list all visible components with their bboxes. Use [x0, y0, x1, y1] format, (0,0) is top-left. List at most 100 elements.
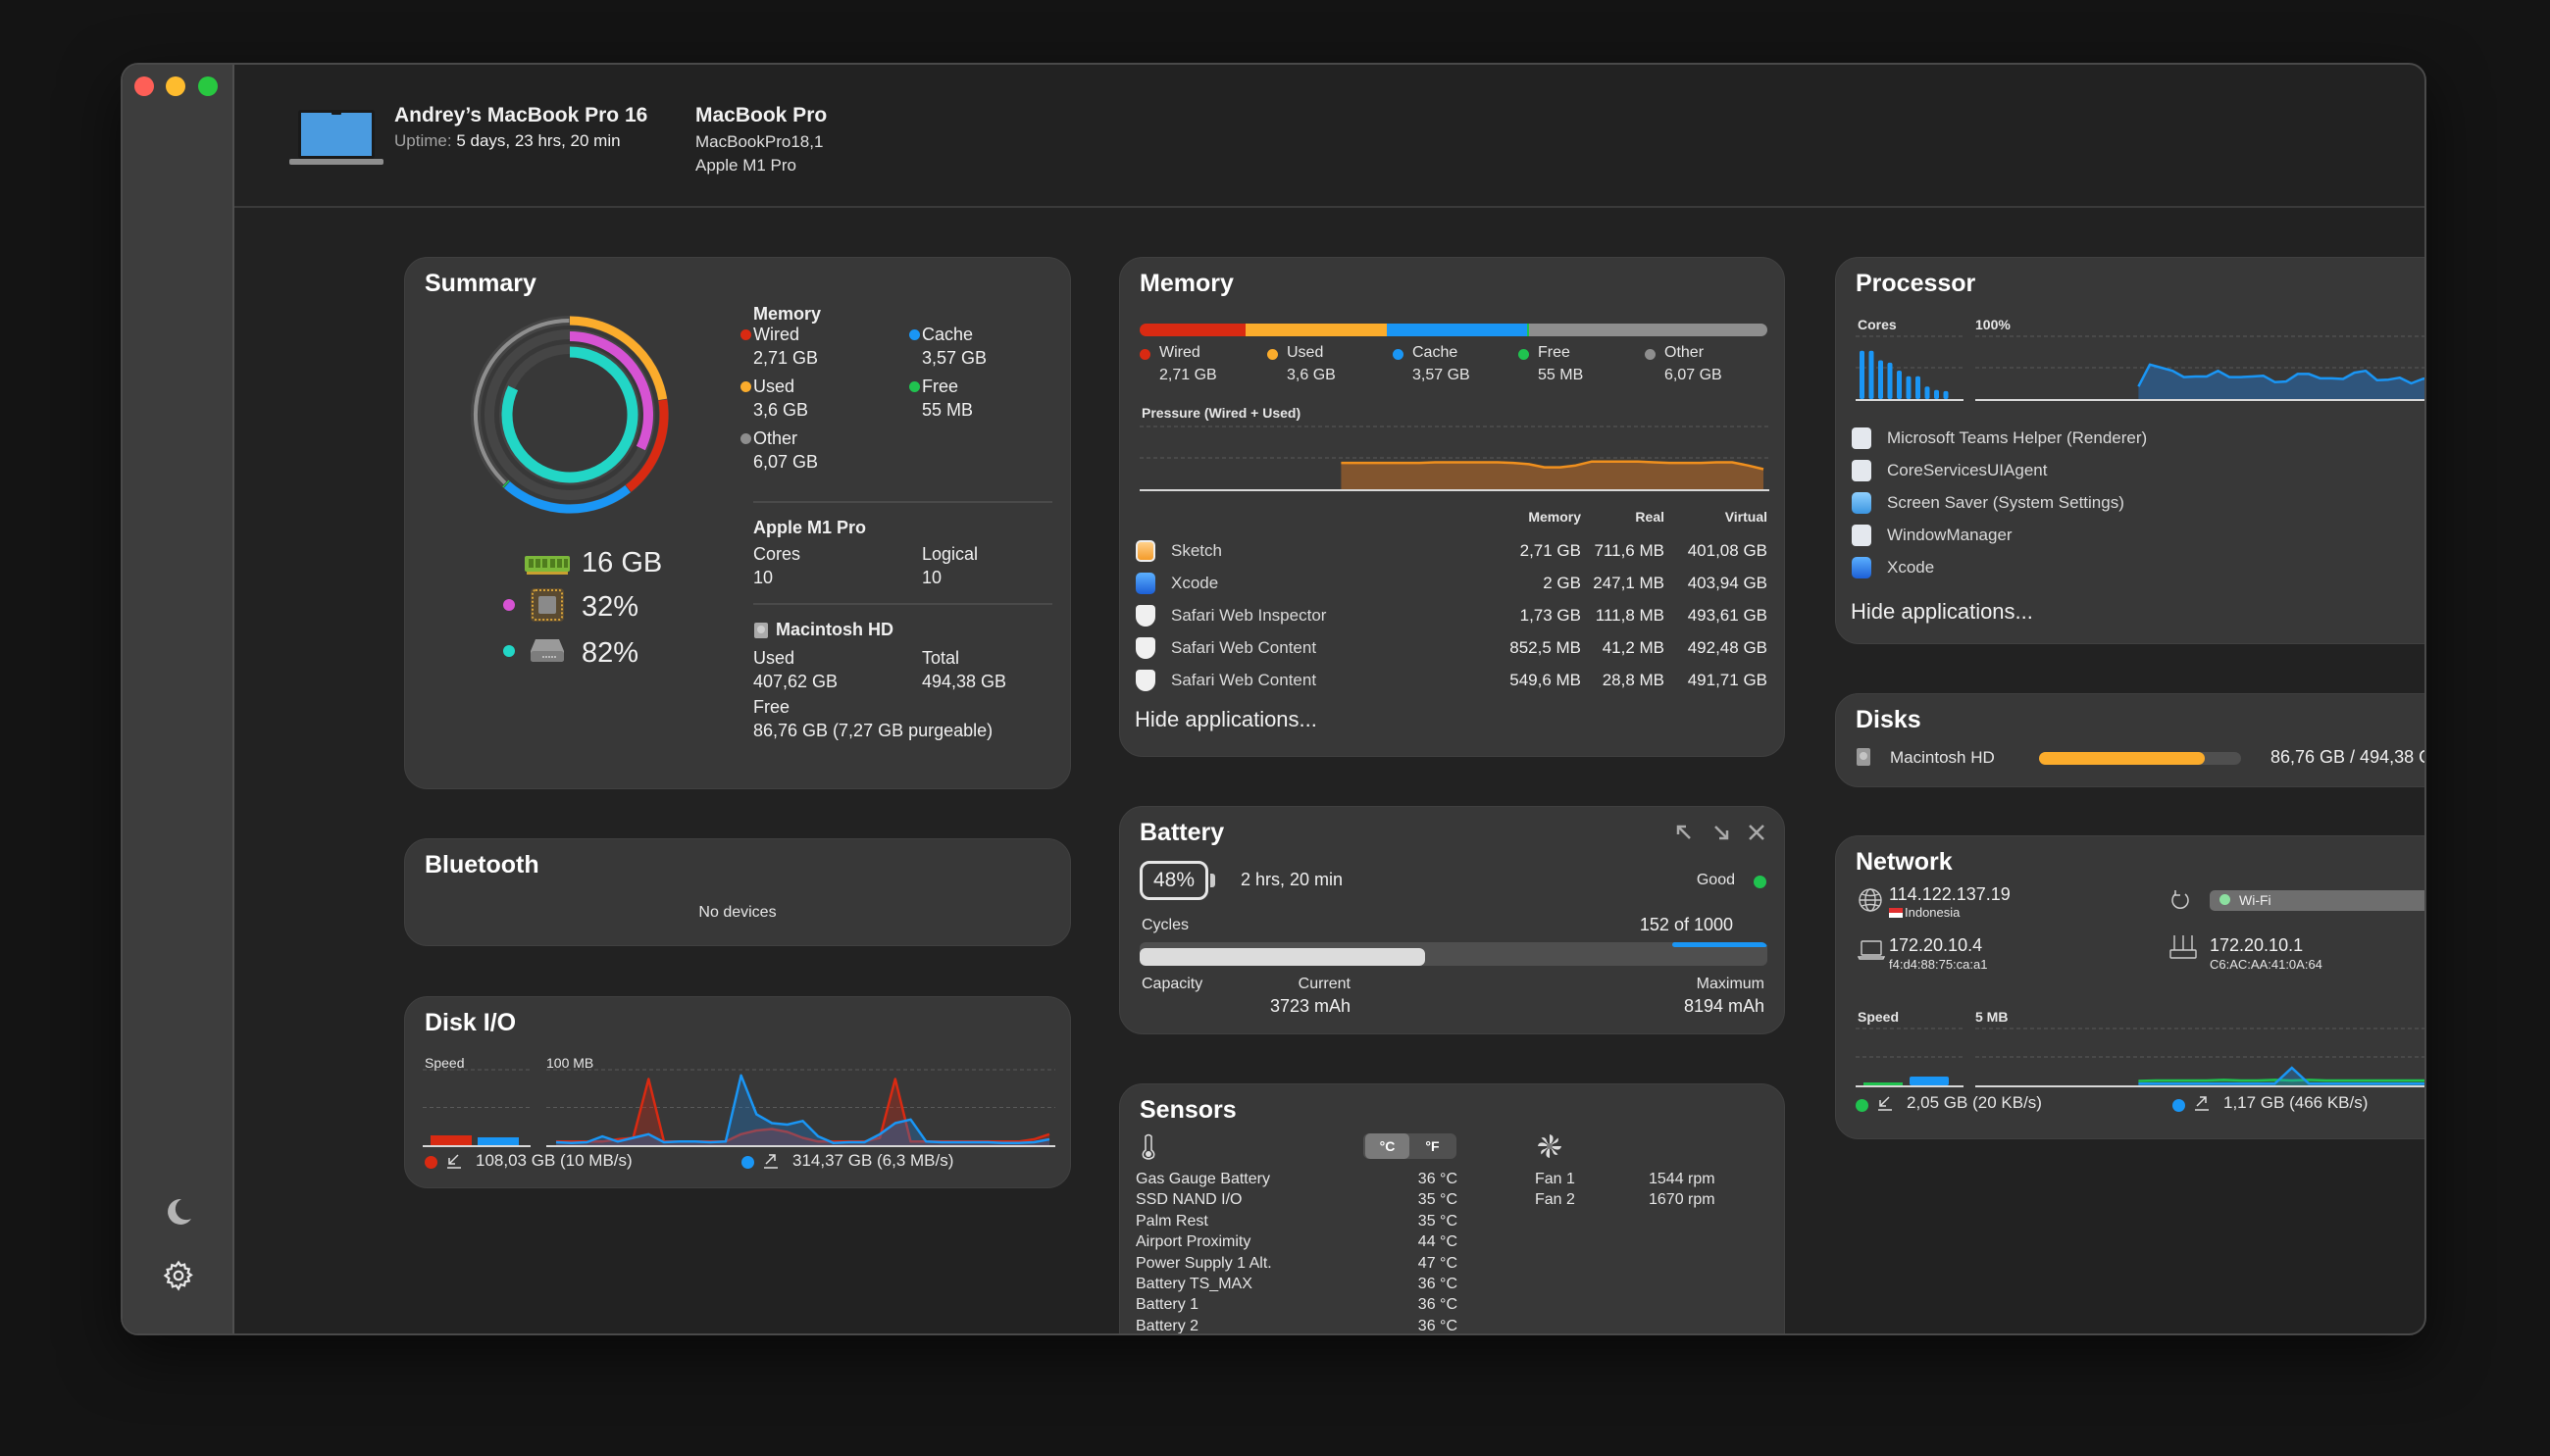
logical-value: 10 — [922, 568, 943, 587]
core-load-bar — [1906, 376, 1912, 399]
processor-app-row[interactable]: Microsoft Teams Helper (Renderer)30% — [1852, 425, 2424, 454]
legend-dot — [1518, 349, 1529, 360]
app-name: Microsoft Teams Helper (Renderer) — [1887, 428, 2148, 447]
memory-legend-label: Cache — [1412, 344, 1458, 361]
memory-app-row[interactable]: Xcode 2 GB 247,1 MB 403,94 GB — [1136, 570, 1767, 599]
memory-app-row[interactable]: Safari Web Inspector 1,73 GB 111,8 MB 493,6… — [1136, 602, 1767, 631]
sensor-name: SSD NAND I/O — [1136, 1191, 1243, 1209]
appearance-toggle-button[interactable] — [159, 1192, 198, 1231]
interface-name: Wi-Fi — [2239, 892, 2271, 908]
window-close-button[interactable] — [134, 76, 154, 96]
download-speed-bar — [1863, 1082, 1903, 1085]
thermometer-icon — [1142, 1133, 1155, 1160]
device-header: Andrey’s MacBook Pro 16 Uptime: 5 days, … — [234, 65, 2424, 208]
sensor-value: 36 °C — [1417, 1171, 1457, 1187]
memory-legend-label: Wired — [753, 325, 800, 344]
processor-app-row[interactable]: Xcode5.1% — [1852, 554, 2424, 583]
col-real: Real — [1635, 509, 1664, 525]
settings-button[interactable] — [159, 1256, 198, 1295]
sensor-value: 35 °C — [1417, 1191, 1457, 1209]
fan-name: Fan 2 — [1535, 1191, 1575, 1209]
processor-app-row[interactable]: WindowManager5.1% — [1852, 522, 2424, 551]
memory-legend-label: Free — [1538, 344, 1570, 361]
unit-fahrenheit-button[interactable]: °F — [1410, 1133, 1454, 1159]
model-name: MacBook Pro — [695, 104, 828, 126]
summary-title: Summary — [425, 270, 536, 297]
hard-drive-icon — [531, 639, 564, 662]
network-scale-label: 5 MB — [1975, 1009, 2009, 1025]
window-zoom-button[interactable] — [198, 76, 218, 96]
indonesia-flag-icon — [1889, 908, 1903, 918]
sensor-value: 47 °C — [1417, 1254, 1457, 1272]
disk-total-value: 494,38 GB — [922, 672, 1007, 691]
disk-used-label: Used — [753, 648, 795, 668]
disk-io-title: Disk I/O — [425, 1009, 517, 1036]
expand-button[interactable] — [1672, 821, 1696, 849]
shield-icon — [1136, 670, 1155, 691]
summary-rings-chart — [471, 316, 669, 514]
battery-indicator: 48% — [1140, 861, 1208, 900]
app-real: 111,8 MB — [1595, 606, 1664, 625]
memory-app-row[interactable]: Sketch 2,71 GB 711,6 MB 401,08 GB — [1136, 537, 1767, 567]
app-name: CoreServicesUIAgent — [1887, 461, 2048, 479]
device-name: Andrey’s MacBook Pro 16 — [394, 104, 648, 126]
write-speed-bar — [478, 1137, 519, 1145]
bluetooth-empty-state: No devices — [698, 904, 777, 921]
network-speed-bars — [1856, 1028, 1964, 1087]
router-mac: C6:AC:AA:41:0A:64 — [2210, 957, 2322, 972]
disk-used-value: 407,62 GB — [753, 672, 839, 691]
window-minimize-button[interactable] — [166, 76, 185, 96]
disks-panel: Disks Macintosh HD 86,76 GB / 494,38 GB — [1835, 693, 2424, 787]
cores-label: Cores — [753, 544, 801, 564]
interface-select[interactable]: Wi-Fi ⇕ — [2210, 890, 2424, 911]
battery-capacity-fill — [1140, 948, 1425, 966]
memory-pressure-chart — [1140, 426, 1769, 491]
country: Indonesia — [1905, 905, 1961, 920]
local-ip: 172.20.10.4 — [1889, 935, 1983, 955]
fan-speed: 1544 rpm — [1649, 1171, 1715, 1187]
fan-speed: 1670 rpm — [1649, 1191, 1715, 1209]
app-virtual: 491,71 GB — [1687, 671, 1767, 689]
current-capacity-value: 3723 mAh — [1269, 996, 1351, 1016]
processor-hide-apps-link[interactable]: Hide applications... — [1851, 599, 2033, 625]
sensor-name: Battery TS_MAX — [1136, 1276, 1252, 1292]
memory-bar-segment — [1387, 324, 1528, 336]
legend-dot — [1140, 349, 1150, 360]
processor-app-row[interactable]: Screen Saver (System Settings)7.6% — [1852, 489, 2424, 519]
legend-dot — [740, 381, 751, 392]
network-speed-chart — [1975, 1028, 2424, 1087]
core-load-bar — [1897, 371, 1902, 399]
memory-legend-label: Other — [753, 428, 798, 448]
disk-io-panel: Disk I/O Speed 100 MB 108,03 GB (10 MB/s… — [404, 996, 1071, 1188]
sensor-name: Power Supply 1 Alt. — [1136, 1254, 1272, 1272]
core-load-bar — [1860, 350, 1864, 399]
battery-panel: Battery 48% 2 hrs, 20 min Good Cycles 15… — [1119, 806, 1785, 1034]
app-memory: 2 GB — [1543, 574, 1581, 592]
core-load-bar — [1915, 376, 1920, 399]
processor-app-row[interactable]: CoreServicesUIAgent8.1% — [1852, 457, 2424, 486]
disk-read-total: 108,03 GB (10 MB/s) — [476, 1151, 633, 1170]
summary-divider — [753, 501, 1052, 503]
memory-legend-value: 2,71 GB — [1159, 367, 1217, 383]
legend-dot — [1645, 349, 1656, 360]
app-memory: 1,73 GB — [1519, 606, 1581, 625]
disk-io-chart — [423, 1069, 1055, 1147]
memory-legend-value: 6,07 GB — [753, 452, 819, 472]
battery-title: Battery — [1140, 819, 1225, 846]
battery-cycles-fill — [1671, 942, 1767, 947]
memory-hide-apps-link[interactable]: Hide applications... — [1135, 707, 1317, 732]
memory-legend-label: Wired — [1159, 344, 1200, 361]
refresh-icon[interactable] — [2169, 889, 2191, 911]
disk-usage-percent: 82% — [582, 637, 639, 669]
app-name: Screen Saver (System Settings) — [1887, 493, 2124, 512]
memory-app-row[interactable]: Safari Web Content 852,5 MB 41,2 MB 492,48 … — [1136, 634, 1767, 664]
disk-row: Macintosh HD 86,76 GB / 494,38 GB — [1856, 743, 2424, 773]
unit-celsius-button[interactable]: °C — [1365, 1133, 1409, 1159]
collapse-button[interactable] — [1709, 821, 1733, 849]
close-panel-button[interactable] — [1745, 821, 1768, 849]
processor-title: Processor — [1856, 270, 1976, 297]
sensor-value: 36 °C — [1417, 1317, 1457, 1334]
memory-app-row[interactable]: Safari Web Content 549,6 MB 28,8 MB 491,71 … — [1136, 667, 1767, 696]
legend-dot — [740, 433, 751, 444]
cycles-label: Cycles — [1142, 917, 1190, 933]
